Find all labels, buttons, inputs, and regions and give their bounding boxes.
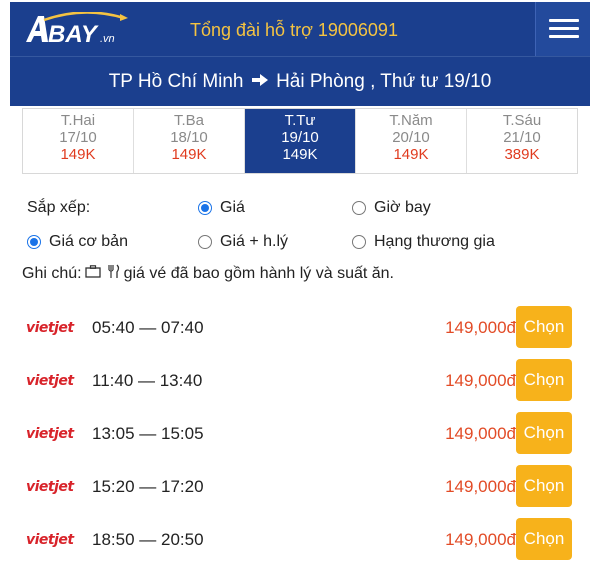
logo-sub: .vn (100, 33, 115, 45)
day-date: 17/10 (59, 129, 97, 146)
flight-time: 11:40 — 13:40 (92, 371, 203, 390)
top-header: BAY .vn Tổng đài hỗ trợ 19006091 (10, 2, 590, 56)
flight-price: 149,000đ (445, 530, 516, 549)
flight-date: , Thứ tư 19/10 (370, 71, 492, 92)
day-price: 149K (171, 146, 207, 163)
flight-time: 18:50 — 20:50 (92, 530, 204, 549)
day-date: 21/10 (503, 129, 541, 146)
flight-price: 149,000đ (445, 318, 516, 337)
fare-baggage-radio[interactable]: Giá + h.lý (198, 233, 288, 251)
flight-row: vietjet 18:50 — 20:50 149,000đ Chọn (22, 518, 578, 562)
route-bar: TP Hồ Chí Minh Hải Phòng , Thứ tư 19/10 (10, 56, 590, 106)
vietjet-logo: vietjet (26, 320, 74, 336)
flight-row: vietjet 11:40 — 13:40 149,000đ Chọn (22, 359, 578, 403)
destination-city: Hải Phòng (276, 71, 365, 92)
flight-row: vietjet 05:40 — 07:40 149,000đ Chọn (22, 306, 578, 350)
vietjet-logo: vietjet (26, 479, 74, 495)
day-selector: T.Hai 17/10 149K T.Ba 18/10 149K T.Tư 19… (22, 108, 578, 174)
radio-checked-icon (27, 235, 41, 249)
day-name: T.Tư (284, 112, 316, 129)
note-prefix: Ghi chú: (22, 264, 82, 282)
choose-button[interactable]: Chọn (516, 306, 572, 348)
vietjet-logo: vietjet (26, 426, 74, 442)
day-tab-wed-selected[interactable]: T.Tư 19/10 149K (245, 109, 356, 173)
day-price: 389K (504, 146, 540, 163)
day-price: 149K (60, 146, 96, 163)
flight-time: 13:05 — 15:05 (92, 424, 204, 443)
day-price: 149K (282, 146, 318, 163)
radio-checked-icon (198, 201, 212, 215)
day-date: 19/10 (281, 129, 319, 146)
choose-button[interactable]: Chọn (516, 359, 572, 401)
flight-price: 149,000đ (445, 477, 516, 496)
sort-label: Sắp xếp: (27, 199, 91, 216)
flight-row: vietjet 13:05 — 15:05 149,000đ Chọn (22, 412, 578, 456)
arrow-right-icon (251, 57, 269, 107)
day-tab-tue[interactable]: T.Ba 18/10 149K (134, 109, 245, 173)
business-class-label: Hạng thương gia (374, 233, 495, 250)
day-name: T.Ba (173, 112, 204, 129)
flight-price: 149,000đ (445, 371, 516, 390)
note-text: giá vé đã bao gồm hành lý và suất ăn. (123, 264, 394, 282)
base-fare-label: Giá cơ bản (49, 233, 128, 250)
radio-unchecked-icon (352, 201, 366, 215)
vietjet-logo: vietjet (26, 373, 74, 389)
day-name: T.Sáu (502, 112, 542, 129)
day-name: T.Hai (60, 112, 96, 129)
sort-price-label: Giá (220, 199, 245, 216)
day-tab-fri[interactable]: T.Sáu 21/10 389K (467, 109, 577, 173)
radio-unchecked-icon (198, 235, 212, 249)
business-class-radio[interactable]: Hạng thương gia (352, 233, 495, 251)
menu-button[interactable] (535, 2, 590, 56)
abay-logo[interactable]: BAY .vn (24, 11, 134, 48)
sort-price-radio[interactable]: Giá (198, 199, 245, 217)
flight-time: 15:20 — 17:20 (92, 477, 204, 496)
choose-button[interactable]: Chọn (516, 465, 572, 507)
flight-price: 149,000đ (445, 424, 516, 443)
sort-time-label: Giờ bay (374, 199, 431, 216)
suitcase-icon (84, 265, 101, 282)
hotline-text[interactable]: Tổng đài hỗ trợ 19006091 (190, 20, 398, 41)
radio-unchecked-icon (352, 235, 366, 249)
day-tab-mon[interactable]: T.Hai 17/10 149K (23, 109, 134, 173)
day-tab-thu[interactable]: T.Năm 20/10 149K (356, 109, 467, 173)
meal-icon (107, 264, 121, 283)
fare-baggage-label: Giá + h.lý (220, 233, 289, 250)
base-fare-radio[interactable]: Giá cơ bản (27, 233, 128, 251)
fare-note: Ghi chú: giá vé đã bao gồm hành lý và su… (22, 264, 394, 283)
day-date: 20/10 (392, 129, 430, 146)
logo-text: BAY (48, 21, 99, 48)
day-date: 18/10 (170, 129, 208, 146)
day-name: T.Năm (389, 112, 433, 129)
day-price: 149K (393, 146, 429, 163)
flight-row: vietjet 15:20 — 17:20 149,000đ Chọn (22, 465, 578, 509)
choose-button[interactable]: Chọn (516, 412, 572, 454)
flight-time: 05:40 — 07:40 (92, 318, 204, 337)
sort-time-radio[interactable]: Giờ bay (352, 199, 431, 217)
choose-button[interactable]: Chọn (516, 518, 572, 560)
origin-city: TP Hồ Chí Minh (108, 71, 244, 92)
vietjet-logo: vietjet (26, 532, 74, 548)
